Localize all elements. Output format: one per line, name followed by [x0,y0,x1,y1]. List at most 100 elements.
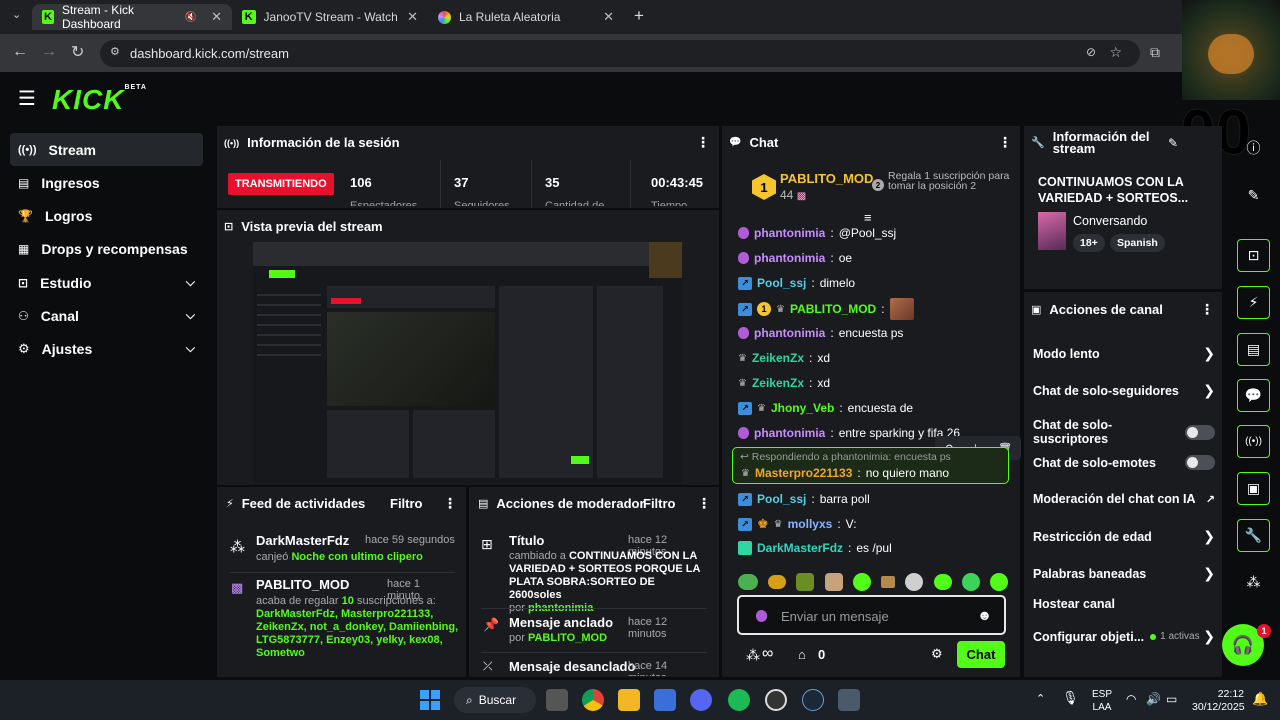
tab-list-chevron-icon[interactable]: ⌄ [12,8,21,21]
chat-username[interactable]: PABLITO_MOD [790,302,876,316]
sidebar-item-logros[interactable]: 🏆 Logros [10,199,203,232]
list-rail-icon[interactable]: ▤ [1237,333,1270,366]
host-channel-row[interactable]: Hostear canal [1033,597,1215,611]
hamburger-menu-icon[interactable]: ☰ [18,86,36,111]
chat-username[interactable]: ZeikenZx [752,351,804,365]
back-icon[interactable]: ← [12,43,28,61]
ai-moderation-row[interactable]: Moderación del chat con IA ↗ [1033,492,1215,506]
emote-icon[interactable] [796,573,815,591]
activity-filter-button[interactable]: Filtro [390,496,423,511]
age-restriction-row[interactable]: Restricción de edad ❯ [1033,528,1215,545]
wrench-rail-icon[interactable]: 🔧 [1237,519,1270,552]
goals-row[interactable]: Configurar objeti... 1 activas ❯ [1033,628,1215,645]
chat-input[interactable]: Enviar un mensaje ☻ [737,595,1006,635]
emotes-only-toggle[interactable] [1185,455,1215,470]
close-tab-icon[interactable]: ✕ [603,9,614,25]
tray-chevron-icon[interactable]: ⌃ [1036,692,1045,705]
emote-icon[interactable] [824,573,843,591]
edit-pencil-icon[interactable]: ✎ [1168,136,1178,150]
chat-username[interactable]: phantonimia [754,326,825,340]
steam-icon[interactable] [802,689,824,711]
more-options-icon[interactable]: ⋮ [443,495,457,512]
mod-filter-button[interactable]: Filtro [643,496,676,511]
store-icon[interactable]: ⌂ [798,647,806,662]
discord-icon[interactable] [690,689,712,711]
emote-icon[interactable] [738,574,758,590]
store-app-icon[interactable] [654,689,676,711]
followers-only-row[interactable]: Chat de solo-seguidores ❯ [1033,382,1215,399]
tab-ruleta[interactable]: La Ruleta Aleatoria ✕ [428,4,624,30]
sidebar-item-canal[interactable]: ⚇ Canal ⌵ [10,299,203,332]
subscribers-only-toggle[interactable] [1185,424,1215,440]
chrome-icon[interactable] [582,689,604,711]
more-options-icon[interactable]: ⋮ [998,134,1012,151]
preview-rail-icon[interactable]: ⊡ [1237,239,1270,272]
spotify-icon[interactable] [728,689,750,711]
emote-icon[interactable] [961,573,980,591]
chat-username[interactable]: DarkMasterFdz [757,541,843,555]
kick-logo[interactable]: KICKBETA [52,84,147,116]
bolt-rail-icon[interactable]: ⚡ [1237,286,1270,319]
banned-words-row[interactable]: Palabras baneadas ❯ [1033,565,1215,582]
eye-off-icon[interactable]: ⊘ [1086,45,1096,59]
more-options-icon[interactable]: ⋮ [697,495,711,512]
emoji-picker-icon[interactable]: ☻ [977,607,992,623]
extensions-icon[interactable]: ⧉ [1150,44,1160,61]
sidebar-item-estudio[interactable]: ⊡ Estudio ⌵ [10,266,203,299]
sidebar-item-ingresos[interactable]: ▤ Ingresos [10,166,203,199]
chat-settings-icon[interactable]: ⚙ [931,646,943,662]
sidebar-item-stream[interactable]: ((•)) Stream [10,133,203,166]
obs-icon[interactable] [765,689,787,711]
emote-icon[interactable] [852,573,871,591]
clock[interactable]: 22:12 30/12/2025 [1192,688,1245,714]
language-indicator[interactable]: ESP LAA [1092,688,1112,714]
emote-icon[interactable] [989,573,1008,591]
chat-username[interactable]: Masterpro221133 [755,466,852,480]
broadcast-rail-icon[interactable]: ((•)) [1237,425,1270,458]
tab-kick-dashboard[interactable]: K Stream - Kick Dashboard 🔇 ✕ [32,3,232,31]
close-tab-icon[interactable]: ✕ [407,9,418,25]
task-view-icon[interactable] [546,689,568,711]
calculator-icon[interactable] [838,689,860,711]
chat-username[interactable]: phantonimia [754,226,825,240]
microphone-tray-icon[interactable]: 🎙 [1062,690,1079,706]
taskbar-search[interactable]: ⌕ Buscar [454,687,536,713]
start-button[interactable] [420,690,440,710]
mute-tab-icon[interactable]: 🔇 [185,12,197,23]
toolbox-rail-icon[interactable]: ▣ [1237,472,1270,505]
bookmark-star-icon[interactable]: ☆ [1109,44,1122,61]
file-explorer-icon[interactable] [618,689,640,711]
emote-icon[interactable] [881,576,896,588]
notification-icon[interactable]: 🔔 [1252,691,1268,707]
volume-icon[interactable]: 🔊 [1146,692,1161,706]
send-chat-button[interactable]: Chat [957,641,1005,668]
battery-icon[interactable]: ▭ [1166,692,1177,706]
chat-username[interactable]: phantonimia [754,426,825,440]
chat-username[interactable]: Pool_ssj [757,276,806,290]
chat-username[interactable]: Jhony_Veb [771,401,834,415]
chat-username[interactable]: mollyxs [788,517,833,531]
more-options-icon[interactable]: ⋮ [1200,301,1214,318]
stream-preview-video[interactable] [253,242,682,484]
emote-icon[interactable] [933,574,952,590]
reload-icon[interactable]: ↻ [71,42,84,62]
chat-username[interactable]: phantonimia [754,251,825,265]
emote-icon[interactable] [768,575,787,589]
chat-username[interactable]: Pool_ssj [757,492,806,506]
forward-icon[interactable]: → [41,43,57,61]
wifi-icon[interactable]: ◠ [1126,692,1136,706]
edit-icon[interactable]: ✎ [1237,179,1270,212]
close-tab-icon[interactable]: ✕ [211,9,222,25]
address-bar[interactable]: ⚙ dashboard.kick.com/stream ⊘ ☆ [100,40,1140,67]
slow-mode-row[interactable]: Modo lento ❯ [1033,345,1215,362]
chat-username[interactable]: ZeikenZx [752,376,804,390]
more-options-icon[interactable]: ⋮ [696,134,710,151]
tab-janootv[interactable]: K JanooTV Stream - Watch Live o ✕ [232,4,428,30]
info-icon[interactable]: ⓘ [1237,131,1270,164]
sidebar-item-ajustes[interactable]: ⚙ Ajustes ⌵ [10,332,203,365]
new-tab-icon[interactable]: + [634,6,644,26]
chat-rail-icon[interactable]: 💬 [1237,379,1270,412]
emote-icon[interactable] [905,573,924,591]
collapse-icon[interactable]: ≡ [864,210,872,225]
points-rail-icon[interactable]: ⁂ [1237,566,1270,599]
